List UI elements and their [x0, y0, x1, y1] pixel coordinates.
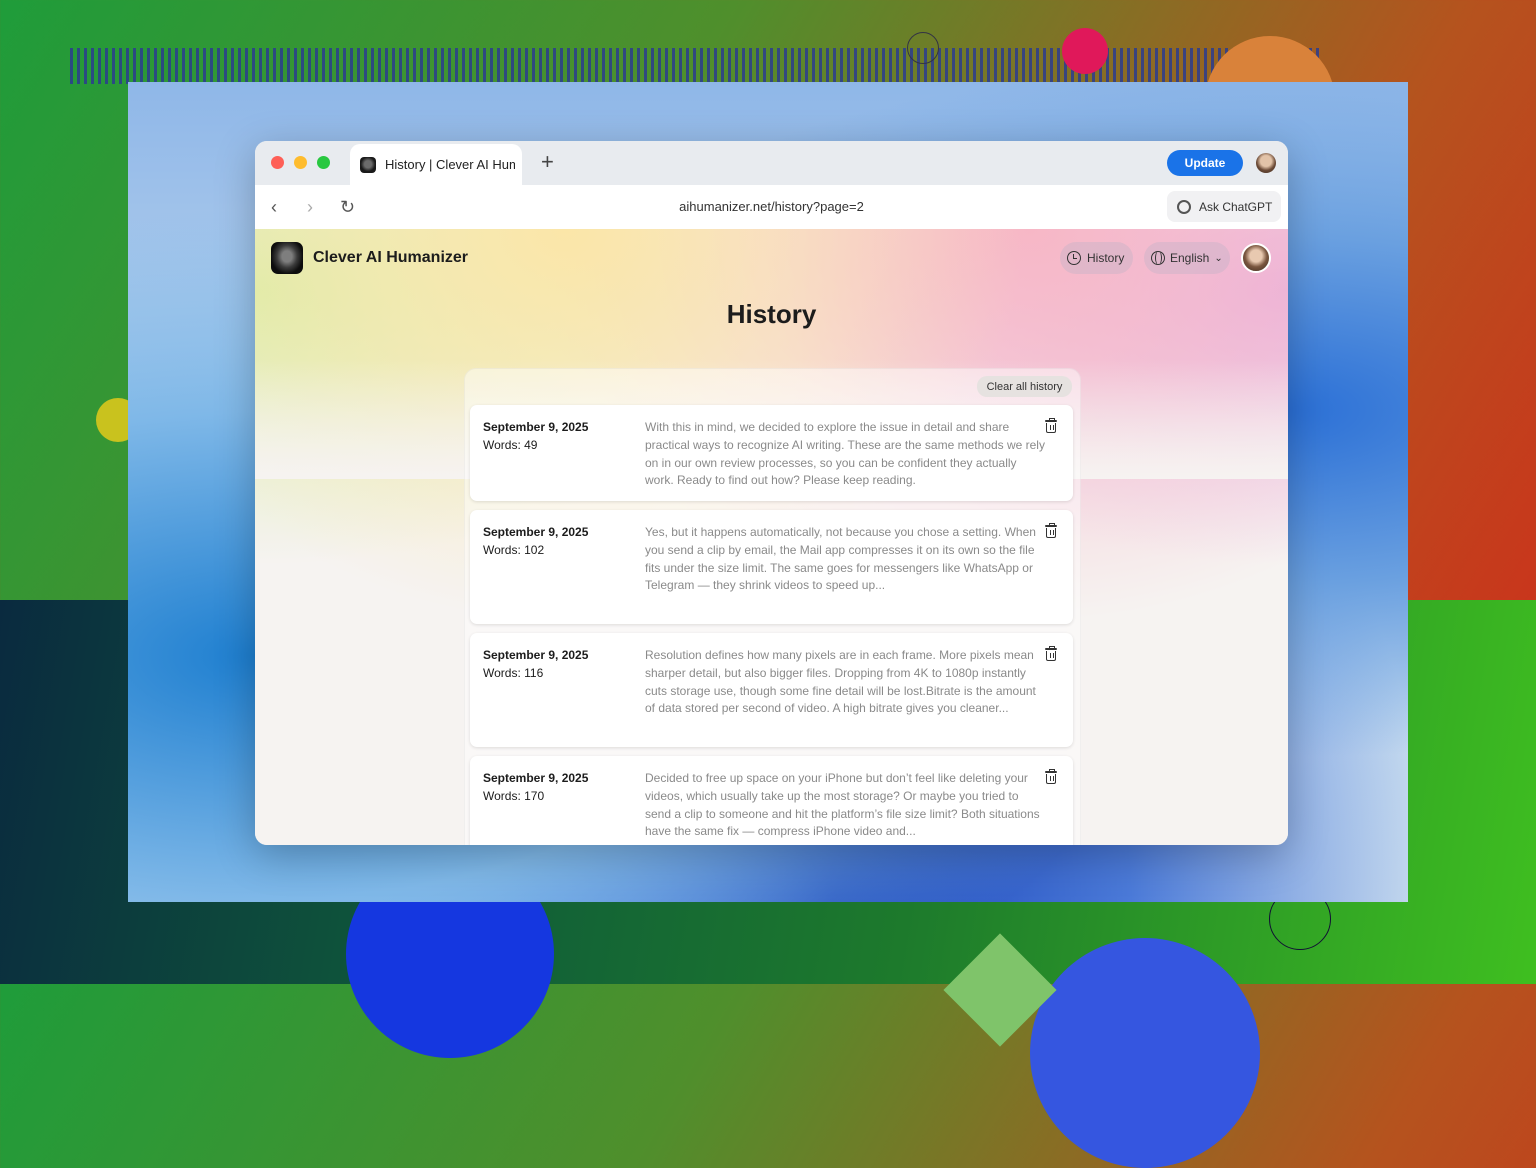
entry-date: September 9, 2025 — [483, 771, 589, 785]
minimize-window-button[interactable] — [294, 156, 307, 169]
background-circle-magenta — [1062, 28, 1108, 74]
ask-chatgpt-label: Ask ChatGPT — [1199, 199, 1273, 214]
language-selector[interactable]: English ⌄ — [1144, 242, 1230, 274]
history-nav-button[interactable]: History — [1060, 242, 1133, 274]
address-bar: ‹ › ↻ aihumanizer.net/history?page=2 Ask… — [255, 185, 1288, 230]
background-stripe-pattern — [70, 48, 1320, 84]
entry-date: September 9, 2025 — [483, 420, 589, 434]
trash-icon[interactable] — [1045, 418, 1057, 433]
tab-bar: History | Clever AI Humanizer + Update — [255, 141, 1288, 185]
clear-all-history-button[interactable]: Clear all history — [977, 376, 1072, 397]
trash-icon[interactable] — [1045, 769, 1057, 784]
entry-word-count: Words: 116 — [483, 666, 544, 680]
entry-preview-text: With this in mind, we decided to explore… — [645, 420, 1045, 488]
new-tab-button[interactable]: + — [541, 151, 554, 173]
page-content: Clever AI Humanizer History English ⌄ Hi… — [255, 229, 1288, 845]
update-button[interactable]: Update — [1167, 150, 1243, 176]
entry-word-count: Words: 102 — [483, 543, 545, 557]
history-nav-label: History — [1087, 251, 1125, 265]
user-avatar[interactable] — [1241, 243, 1271, 273]
tab-history[interactable]: History | Clever AI Humanizer — [350, 144, 522, 185]
url-field[interactable]: aihumanizer.net/history?page=2 — [255, 199, 1288, 214]
chevron-down-icon: ⌄ — [1214, 252, 1223, 264]
entry-word-count: Words: 49 — [483, 438, 538, 452]
browser-window: History | Clever AI Humanizer + Update ‹… — [255, 141, 1288, 845]
background-circle-blue-right — [1030, 938, 1260, 1168]
trash-icon[interactable] — [1045, 646, 1057, 661]
entry-date: September 9, 2025 — [483, 648, 589, 662]
browser-profile-avatar[interactable] — [1256, 153, 1276, 173]
site-favicon-icon — [360, 156, 376, 173]
history-entry[interactable]: September 9, 2025 Words: 116 Resolution … — [470, 633, 1073, 747]
entry-preview-text: Resolution defines how many pixels are i… — [645, 648, 1036, 716]
entry-preview-text: Decided to free up space on your iPhone … — [645, 771, 1040, 839]
chatgpt-icon — [1177, 199, 1191, 214]
globe-icon — [1151, 251, 1165, 265]
close-window-button[interactable] — [271, 156, 284, 169]
entry-word-count: Words: 170 — [483, 789, 545, 803]
entry-date: September 9, 2025 — [483, 525, 589, 539]
page-title: History — [726, 299, 817, 329]
history-entry[interactable]: September 9, 2025 Words: 170 Decided to … — [470, 756, 1073, 845]
history-entry[interactable]: September 9, 2025 Words: 49 With this in… — [470, 405, 1073, 501]
history-entry[interactable]: September 9, 2025 Words: 102 Yes, but it… — [470, 510, 1073, 624]
language-label: English — [1170, 251, 1210, 265]
background-circle-outline — [907, 32, 939, 64]
trash-icon[interactable] — [1045, 523, 1057, 538]
site-logo[interactable] — [271, 242, 303, 274]
clock-icon — [1067, 251, 1081, 265]
maximize-window-button[interactable] — [317, 156, 330, 169]
site-brand[interactable]: Clever AI Humanizer — [313, 249, 468, 267]
entry-preview-text: Yes, but it happens automatically, not b… — [645, 525, 1036, 593]
tab-title: History | Clever AI Humanizer — [385, 157, 515, 172]
ask-chatgpt-button[interactable]: Ask ChatGPT — [1167, 191, 1281, 222]
